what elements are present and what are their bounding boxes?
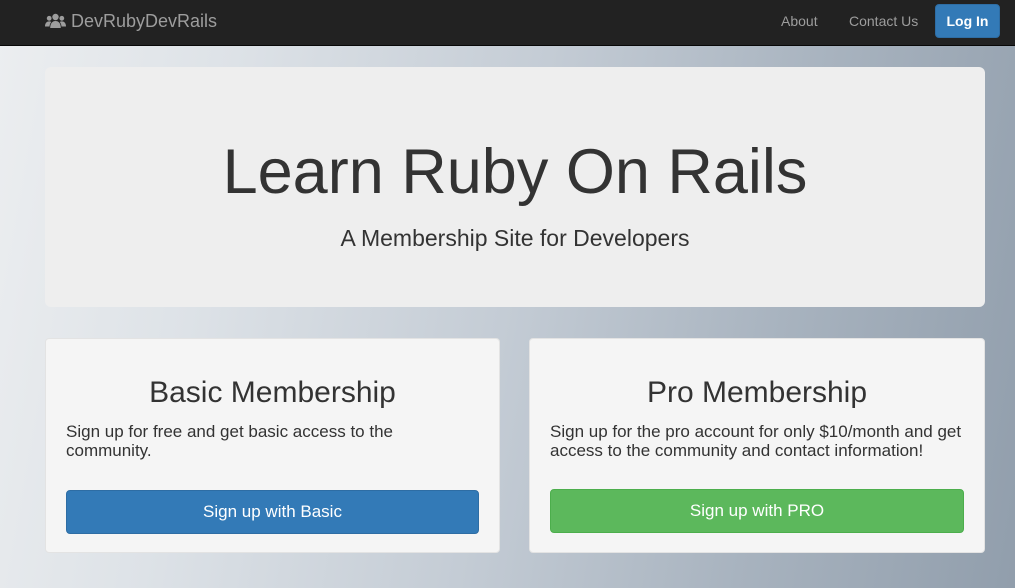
- login-button[interactable]: Log In: [935, 4, 1000, 38]
- basic-membership-card: Basic Membership Sign up for free and ge…: [45, 338, 500, 553]
- users-icon: [45, 13, 66, 28]
- navbar: DevRubyDevRails About Contact Us Log In: [0, 0, 1015, 46]
- hero-subtitle: A Membership Site for Developers: [340, 225, 690, 251]
- sign-up-basic-button[interactable]: Sign up with Basic: [66, 490, 479, 534]
- basic-membership-description: Sign up for free and get basic access to…: [66, 422, 393, 460]
- pro-membership-description: Sign up for the pro account for only $10…: [550, 422, 962, 460]
- pro-membership-title: Pro Membership: [646, 376, 868, 409]
- brand-link[interactable]: DevRubyDevRails: [45, 0, 217, 42]
- hero-jumbotron: Learn Ruby On Rails A Membership Site fo…: [45, 67, 985, 307]
- basic-membership-title: Basic Membership: [149, 376, 396, 409]
- pro-membership-card: Pro Membership Sign up for the pro accou…: [529, 338, 985, 553]
- nav-link-contact-us[interactable]: Contact Us: [849, 0, 918, 42]
- nav-link-about[interactable]: About: [781, 0, 818, 42]
- sign-up-pro-button[interactable]: Sign up with PRO: [550, 489, 964, 533]
- brand-name: DevRubyDevRails: [71, 10, 218, 31]
- hero-title: Learn Ruby On Rails: [222, 137, 808, 207]
